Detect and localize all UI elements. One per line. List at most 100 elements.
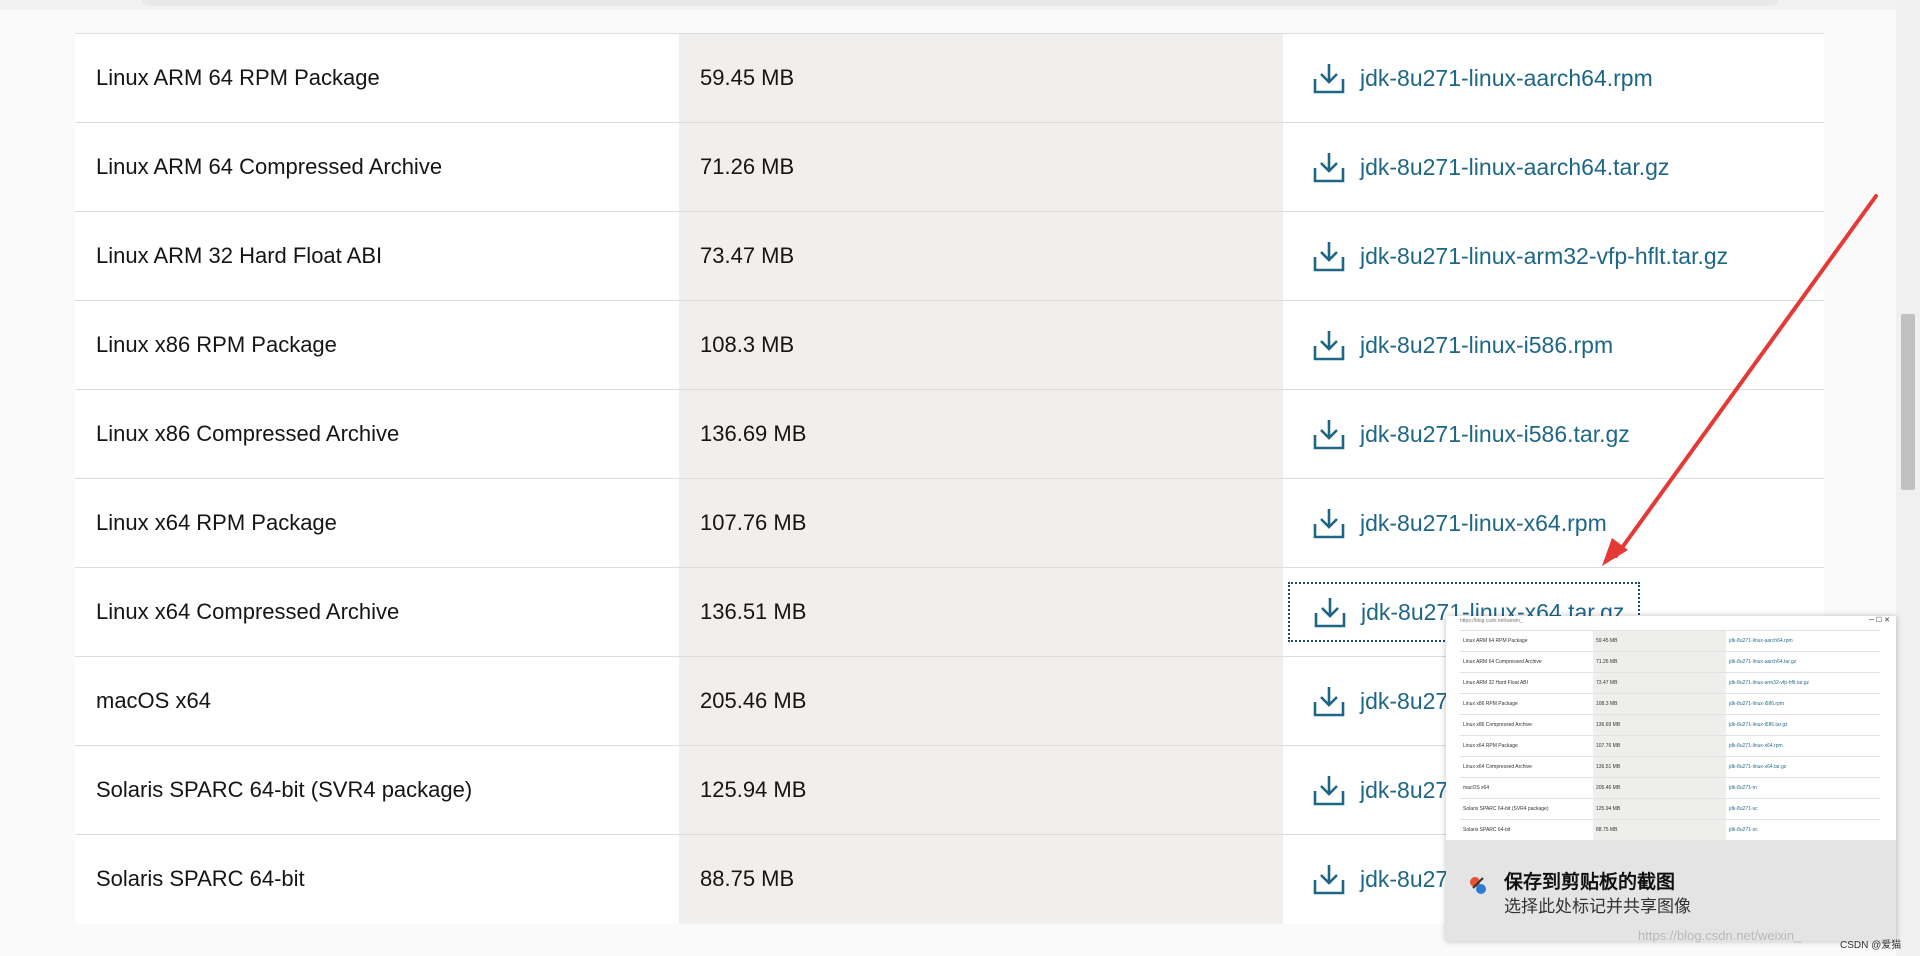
product-name: Linux x86 RPM Package (75, 300, 679, 390)
thumbnail-product: macOS x64 (1460, 777, 1593, 799)
download-row: Linux ARM 64 RPM Package 59.45 MB jdk-8u27… (75, 33, 1824, 123)
download-link[interactable]: jdk-8u271-linux-arm32-vfp-hflt.tar.gz (1288, 227, 1743, 285)
file-size: 59.45 MB (679, 33, 1283, 123)
download-filename: jdk-8u271-linux-i586.tar.gz (1360, 420, 1630, 447)
download-icon (1313, 242, 1345, 272)
thumbnail-size: 136.51 MB (1593, 756, 1726, 778)
thumbnail-file: jdk-8u271-linux-aarch64.rpm (1726, 630, 1880, 652)
product-name: Linux x64 Compressed Archive (75, 567, 679, 657)
file-size: 108.3 MB (679, 300, 1283, 390)
thumbnail-file: jdk-8u271-linux-i586.rpm (1726, 693, 1880, 715)
thumbnail-product: Solaris SPARC 64-bit (1460, 819, 1593, 840)
thumbnail-file: jdk-8u271-sc (1726, 819, 1880, 840)
thumbnail-file: jdk-8u271-linux-i586.tar.gz (1726, 714, 1880, 736)
file-size: 71.26 MB (679, 122, 1283, 212)
thumbnail-url-text: https://blog.csdn.net/weixin_ (1460, 618, 1523, 624)
snipping-tool-icon (1470, 877, 1486, 894)
download-cell: jdk-8u271-linux-aarch64.tar.gz (1283, 122, 1824, 212)
thumbnail-table: Linux ARM 64 RPM Package 59.45 MB jdk-8u27… (1460, 630, 1880, 840)
download-filename: jdk-8u271-linux-i586.rpm (1360, 331, 1614, 358)
screenshot-thumbnail[interactable]: https://blog.csdn.net/weixin_ ─ ☐ ✕ Linu… (1446, 616, 1896, 840)
product-name: Linux x86 Compressed Archive (75, 389, 679, 479)
download-icon (1313, 687, 1345, 717)
thumbnail-row: Linux ARM 64 Compressed Archive 71.26 MB j… (1460, 651, 1880, 673)
download-row: Linux x64 RPM Package 107.76 MB jdk-8u271-… (75, 478, 1824, 568)
product-name: Solaris SPARC 64-bit (75, 834, 679, 924)
file-size: 88.75 MB (679, 834, 1283, 924)
thumbnail-product: Solaris SPARC 64-bit (SVR4 package) (1460, 798, 1593, 820)
thumbnail-size: 59.45 MB (1593, 630, 1726, 652)
notification-body[interactable]: 保存到剪贴板的截图 选择此处标记并共享图像 (1446, 840, 1896, 941)
file-size: 205.46 MB (679, 656, 1283, 746)
download-icon (1313, 509, 1345, 539)
file-size: 107.76 MB (679, 478, 1283, 568)
download-filename: jdk-8u271-linux-aarch64.rpm (1360, 64, 1653, 91)
thumbnail-file: jdk-8u271-sc (1726, 798, 1880, 820)
download-link[interactable]: jdk-8u271-linux-i586.tar.gz (1288, 405, 1645, 463)
watermark-tag: CSDN @爱猫 (1840, 940, 1902, 951)
product-name: Linux ARM 32 Hard Float ABI (75, 211, 679, 301)
download-row: Linux x86 RPM Package 108.3 MB jdk-8u271-l… (75, 300, 1824, 390)
address-bar[interactable] (140, 0, 1780, 6)
thumbnail-row: macOS x64 205.46 MB jdk-8u271-m (1460, 777, 1880, 799)
download-icon (1313, 153, 1345, 183)
download-link[interactable]: jdk-8u271-linux-aarch64.tar.gz (1288, 138, 1684, 196)
product-name: Linux ARM 64 RPM Package (75, 33, 679, 123)
thumbnail-file: jdk-8u271-linux-arm32-vfp-hflt.tar.gz (1726, 672, 1880, 694)
download-icon (1313, 776, 1345, 806)
thumbnail-file: jdk-8u271-linux-aarch64.tar.gz (1726, 651, 1880, 673)
thumbnail-file: jdk-8u271-m (1726, 777, 1880, 799)
thumbnail-row: Linux x86 RPM Package 108.3 MB jdk-8u271-l… (1460, 693, 1880, 715)
file-size: 136.69 MB (679, 389, 1283, 479)
download-row: Linux ARM 64 Compressed Archive 71.26 MB j… (75, 122, 1824, 212)
download-icon (1313, 865, 1345, 895)
vertical-scrollbar[interactable] (1896, 0, 1920, 956)
download-cell: jdk-8u271-linux-arm32-vfp-hflt.tar.gz (1283, 211, 1824, 301)
download-cell: jdk-8u271-linux-i586.tar.gz (1283, 389, 1824, 479)
thumbnail-url-bar: https://blog.csdn.net/weixin_ (1460, 618, 1523, 624)
thumbnail-product: Linux ARM 64 RPM Package (1460, 630, 1593, 652)
download-link[interactable]: jdk-8u271-linux-i586.rpm (1288, 316, 1628, 374)
thumbnail-row: Linux x86 Compressed Archive 136.69 MB jdk… (1460, 714, 1880, 736)
page: Linux ARM 64 RPM Package 59.45 MB jdk-8u27… (0, 0, 1920, 956)
product-name: Linux x64 RPM Package (75, 478, 679, 568)
download-filename: jdk-8u271-linux-aarch64.tar.gz (1360, 153, 1670, 180)
download-link[interactable]: jdk-8u271-linux-x64.rpm (1288, 494, 1622, 552)
download-cell: jdk-8u271-linux-i586.rpm (1283, 300, 1824, 390)
address-bar-strip (0, 0, 1920, 10)
thumbnail-size: 71.26 MB (1593, 651, 1726, 673)
thumbnail-size: 88.75 MB (1593, 819, 1726, 840)
thumbnail-product: Linux x64 RPM Package (1460, 735, 1593, 757)
download-icon (1314, 598, 1346, 628)
scrollbar-thumb[interactable] (1901, 314, 1915, 490)
thumbnail-size: 205.46 MB (1593, 777, 1726, 799)
thumbnail-row: Solaris SPARC 64-bit (SVR4 package) 125.9… (1460, 798, 1880, 820)
thumbnail-size: 107.76 MB (1593, 735, 1726, 757)
product-name: Linux ARM 64 Compressed Archive (75, 122, 679, 212)
thumbnail-row: Linux x64 RPM Package 107.76 MB jdk-8u271-… (1460, 735, 1880, 757)
thumbnail-row: Solaris SPARC 64-bit 88.75 MB jdk-8u271-sc (1460, 819, 1880, 840)
thumbnail-product: Linux x86 RPM Package (1460, 693, 1593, 715)
download-icon (1313, 420, 1345, 450)
thumbnail-size: 108.3 MB (1593, 693, 1726, 715)
thumbnail-table-body: Linux ARM 64 RPM Package 59.45 MB jdk-8u27… (1460, 630, 1880, 840)
download-filename: jdk-8u271-linux-arm32-vfp-hflt.tar.gz (1360, 242, 1729, 269)
thumbnail-size: 125.94 MB (1593, 798, 1726, 820)
download-link[interactable]: jdk-8u271-linux-aarch64.rpm (1288, 49, 1668, 107)
thumbnail-file: jdk-8u271-linux-x64.tar.gz (1726, 756, 1880, 778)
screenshot-notification[interactable]: https://blog.csdn.net/weixin_ ─ ☐ ✕ Linu… (1446, 616, 1896, 941)
thumbnail-window-controls: ─ ☐ ✕ (1869, 617, 1890, 624)
download-cell: jdk-8u271-linux-aarch64.rpm (1283, 33, 1824, 123)
thumbnail-file: jdk-8u271-linux-x64.rpm (1726, 735, 1880, 757)
thumbnail-size: 73.47 MB (1593, 672, 1726, 694)
download-icon (1313, 64, 1345, 94)
product-name: Solaris SPARC 64-bit (SVR4 package) (75, 745, 679, 835)
notification-title: 保存到剪贴板的截图 (1504, 872, 1676, 893)
download-row: Linux ARM 32 Hard Float ABI 73.47 MB jdk-8… (75, 211, 1824, 301)
thumbnail-product: Linux ARM 32 Hard Float ABI (1460, 672, 1593, 694)
download-row: Linux x86 Compressed Archive 136.69 MB jdk… (75, 389, 1824, 479)
thumbnail-product: Linux x64 Compressed Archive (1460, 756, 1593, 778)
notification-subtitle: 选择此处标记并共享图像 (1504, 897, 1691, 916)
watermark-url: https://blog.csdn.net/weixin_ (1638, 928, 1802, 943)
product-name: macOS x64 (75, 656, 679, 746)
